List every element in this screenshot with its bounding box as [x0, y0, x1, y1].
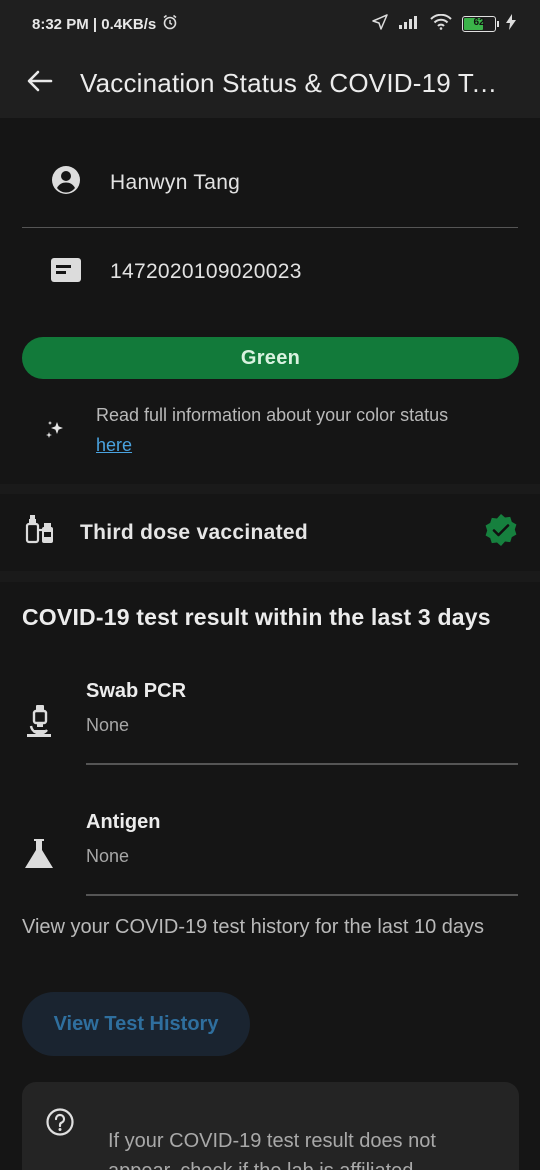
divider — [86, 763, 518, 765]
account-circle-icon — [51, 165, 81, 200]
app-bar: Vaccination Status & COVID-19 Te... — [0, 48, 540, 118]
divider — [86, 894, 518, 896]
color-info-link[interactable]: here — [96, 435, 132, 455]
help-text: If your COVID-19 test result does not ap… — [108, 1130, 436, 1170]
test-item-swab-pcr: Swab PCR None — [22, 672, 518, 772]
location-icon — [372, 14, 388, 34]
help-card: If your COVID-19 test result does not ap… — [22, 1082, 519, 1170]
test-section-title: COVID-19 test result within the last 3 d… — [22, 604, 491, 630]
color-info-row: Read full information about your color s… — [22, 400, 518, 464]
arrow-left-icon — [27, 70, 53, 97]
status-bar: 8:32 PM | 0.4KB/s 62 — [0, 0, 540, 48]
user-name: Hanwyn Tang — [110, 170, 241, 194]
test-result: None — [86, 715, 130, 735]
test-name: Swab PCR — [86, 680, 187, 702]
id-card-icon — [50, 257, 82, 288]
battery-icon: 62 — [462, 16, 499, 32]
status-time: 8:32 PM | 0.4KB/s — [32, 15, 157, 33]
id-number-row: 1472020109020023 — [22, 228, 518, 316]
view-test-history-button[interactable]: View Test History — [22, 992, 250, 1056]
battery-level: 62 — [473, 17, 485, 28]
vaccination-status-text: Third dose vaccinated — [80, 520, 309, 544]
test-item-antigen: Antigen None — [22, 803, 518, 903]
color-status-badge: Green — [22, 337, 519, 379]
id-number: 1472020109020023 — [110, 260, 302, 283]
vaccine-vial-icon — [25, 514, 55, 551]
page-title: Vaccination Status & COVID-19 Te... — [80, 67, 509, 98]
back-button[interactable] — [0, 48, 80, 118]
flask-icon — [22, 837, 56, 876]
user-name-row: Hanwyn Tang — [22, 138, 518, 228]
history-description: View your COVID-19 test history for the … — [22, 916, 485, 938]
test-name: Antigen — [86, 811, 161, 833]
verified-check-icon — [484, 514, 518, 551]
sparkle-icon — [43, 418, 67, 447]
color-info-text: Read full information about your color s… — [96, 405, 449, 425]
help-circle-icon — [46, 1108, 74, 1141]
charging-icon — [506, 14, 516, 34]
alarm-icon — [162, 14, 178, 34]
microscope-icon — [25, 704, 53, 745]
signal-icon — [398, 15, 420, 33]
vaccination-card: Third dose vaccinated — [0, 494, 540, 571]
test-result: None — [86, 846, 130, 866]
wifi-icon — [430, 13, 452, 34]
